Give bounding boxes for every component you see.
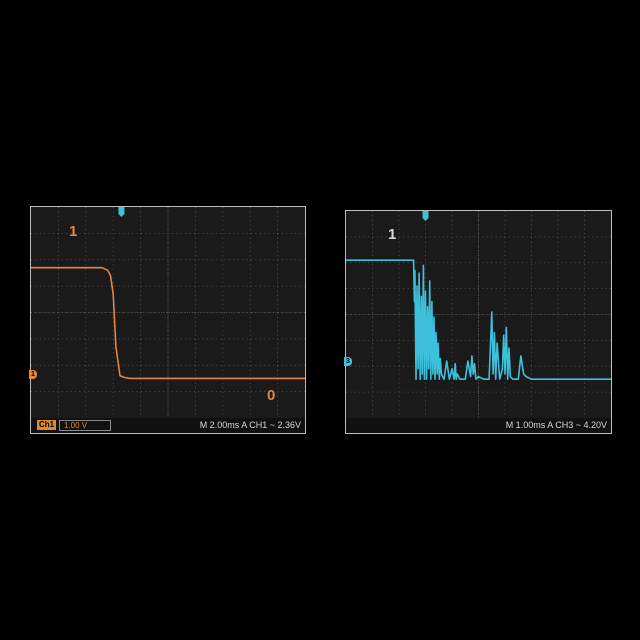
status-bar-left: Ch1 1.00 V M 2.00ms A CH1 ~ 2.36V (31, 418, 305, 433)
channel-ground-marker: 3 (344, 357, 352, 366)
scope-right-screen: 1 (346, 211, 611, 418)
channel-badge: Ch1 (37, 420, 57, 430)
oscilloscope-right: 1 M 1.00ms A CH3 ~ 4.20V 3 (344, 210, 612, 434)
timebase-readout: M 2.00ms A CH1 ~ 2.36V (199, 420, 301, 430)
scope-left-screen: 10 (31, 207, 305, 418)
logic-high-label: 1 (69, 223, 77, 240)
volts-per-div: 1.00 V (59, 420, 111, 431)
oscilloscope-left: 10 Ch1 1.00 V M 2.00ms A CH1 ~ 2.36V 1 (29, 206, 306, 434)
timebase-readout: M 1.00ms A CH3 ~ 4.20V (505, 420, 607, 430)
logic-low-label: 0 (267, 387, 275, 404)
status-bar-right: M 1.00ms A CH3 ~ 4.20V (346, 418, 611, 433)
logic-high-label: 1 (388, 226, 396, 243)
channel-ground-marker: 1 (29, 370, 37, 379)
